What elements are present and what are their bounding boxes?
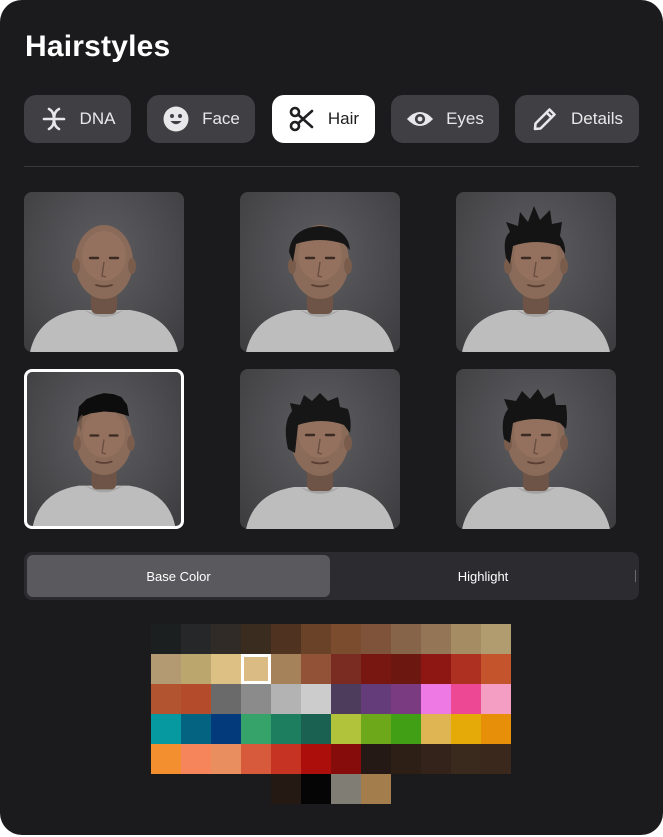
hairstyle-option-messy-medium[interactable] bbox=[240, 369, 400, 529]
tab-hair[interactable]: Hair bbox=[272, 95, 375, 143]
tab-face[interactable]: Face bbox=[147, 95, 255, 143]
color-swatch[interactable] bbox=[271, 684, 301, 714]
character-portrait bbox=[30, 225, 178, 352]
character-creator-panel: Hairstyles DNA Face Hair Eyes Details Ba… bbox=[0, 0, 663, 835]
character-portrait bbox=[246, 225, 394, 352]
color-swatch[interactable] bbox=[361, 624, 391, 654]
color-swatch[interactable] bbox=[391, 744, 421, 774]
toggle-edge-divider bbox=[635, 570, 636, 582]
color-swatch[interactable] bbox=[421, 714, 451, 744]
base-color-button[interactable]: Base Color bbox=[27, 555, 330, 597]
color-swatch[interactable] bbox=[301, 654, 331, 684]
tab-label-hair: Hair bbox=[327, 109, 360, 128]
color-swatch[interactable] bbox=[391, 654, 421, 684]
section-divider bbox=[24, 166, 639, 167]
color-swatch[interactable] bbox=[391, 624, 421, 654]
color-swatch[interactable] bbox=[421, 654, 451, 684]
color-mode-toggle: Base Color Highlight bbox=[24, 552, 639, 600]
color-swatch[interactable] bbox=[301, 744, 331, 774]
color-swatch[interactable] bbox=[151, 684, 181, 714]
color-swatch[interactable] bbox=[151, 714, 181, 744]
color-swatch[interactable] bbox=[271, 774, 301, 804]
color-swatch[interactable] bbox=[331, 684, 361, 714]
color-swatch[interactable] bbox=[151, 744, 181, 774]
tab-label-eyes: Eyes bbox=[446, 109, 484, 128]
character-portrait bbox=[32, 393, 176, 526]
color-swatch[interactable] bbox=[391, 684, 421, 714]
color-swatch[interactable] bbox=[181, 624, 211, 654]
color-swatch[interactable] bbox=[451, 654, 481, 684]
color-swatch[interactable] bbox=[241, 624, 271, 654]
color-swatch[interactable] bbox=[451, 624, 481, 654]
highlight-button[interactable]: Highlight bbox=[330, 555, 636, 597]
color-swatch[interactable] bbox=[421, 624, 451, 654]
color-swatch[interactable] bbox=[241, 744, 271, 774]
color-swatch[interactable] bbox=[271, 624, 301, 654]
color-swatch[interactable] bbox=[421, 744, 451, 774]
hairstyle-option-short-slick[interactable] bbox=[240, 192, 400, 352]
color-swatch[interactable] bbox=[361, 654, 391, 684]
color-swatch[interactable] bbox=[361, 744, 391, 774]
color-swatch[interactable] bbox=[361, 684, 391, 714]
tab-dna[interactable]: DNA bbox=[24, 95, 131, 143]
color-swatch[interactable] bbox=[181, 654, 211, 684]
color-swatch[interactable] bbox=[481, 744, 511, 774]
color-swatch[interactable] bbox=[181, 684, 211, 714]
color-swatch[interactable] bbox=[151, 654, 181, 684]
color-swatch[interactable] bbox=[361, 714, 391, 744]
tab-label-details: Details bbox=[571, 109, 623, 128]
color-swatch[interactable] bbox=[211, 684, 241, 714]
scissors-icon bbox=[288, 105, 316, 133]
color-swatch[interactable] bbox=[451, 714, 481, 744]
color-swatch[interactable] bbox=[271, 654, 301, 684]
face-icon bbox=[162, 105, 190, 133]
color-swatch[interactable] bbox=[211, 744, 241, 774]
color-swatch[interactable] bbox=[481, 624, 511, 654]
tab-label-dna: DNA bbox=[79, 109, 116, 128]
tab-eyes[interactable]: Eyes bbox=[391, 95, 499, 143]
character-portrait bbox=[462, 389, 610, 529]
color-swatch[interactable] bbox=[241, 684, 271, 714]
color-swatch[interactable] bbox=[451, 744, 481, 774]
color-swatch[interactable] bbox=[241, 654, 271, 684]
color-swatch[interactable] bbox=[301, 624, 331, 654]
character-portrait bbox=[462, 206, 610, 352]
eye-icon bbox=[406, 105, 434, 133]
color-swatch[interactable] bbox=[181, 744, 211, 774]
color-swatch[interactable] bbox=[481, 684, 511, 714]
page-title: Hairstyles bbox=[25, 30, 171, 63]
color-swatch[interactable] bbox=[211, 624, 241, 654]
color-swatch[interactable] bbox=[331, 624, 361, 654]
color-swatch[interactable] bbox=[211, 714, 241, 744]
color-swatch[interactable] bbox=[241, 714, 271, 744]
color-swatch[interactable] bbox=[331, 654, 361, 684]
color-swatch[interactable] bbox=[151, 624, 181, 654]
dna-icon bbox=[40, 105, 68, 133]
color-swatch[interactable] bbox=[331, 774, 361, 804]
hairstyle-option-mohawk-undercut[interactable] bbox=[24, 369, 184, 529]
category-tabs: DNA Face Hair Eyes Details bbox=[24, 95, 640, 143]
tab-label-face: Face bbox=[202, 109, 240, 128]
color-swatch[interactable] bbox=[481, 654, 511, 684]
color-swatch[interactable] bbox=[421, 684, 451, 714]
color-swatch[interactable] bbox=[391, 714, 421, 744]
pencil-icon bbox=[531, 105, 559, 133]
color-swatch[interactable] bbox=[211, 654, 241, 684]
color-swatch[interactable] bbox=[271, 744, 301, 774]
color-swatch[interactable] bbox=[301, 774, 331, 804]
color-swatch[interactable] bbox=[301, 684, 331, 714]
hairstyle-option-spiky-top[interactable] bbox=[456, 192, 616, 352]
color-swatch[interactable] bbox=[331, 714, 361, 744]
character-portrait bbox=[246, 393, 394, 529]
color-swatch[interactable] bbox=[481, 714, 511, 744]
hairstyle-option-tousled[interactable] bbox=[456, 369, 616, 529]
color-swatch[interactable] bbox=[451, 684, 481, 714]
hairstyle-option-bald[interactable] bbox=[24, 192, 184, 352]
tab-details[interactable]: Details bbox=[515, 95, 639, 143]
color-swatch[interactable] bbox=[331, 744, 361, 774]
color-swatch[interactable] bbox=[301, 714, 331, 744]
color-swatch[interactable] bbox=[181, 714, 211, 744]
color-swatch[interactable] bbox=[361, 774, 391, 804]
color-swatch[interactable] bbox=[271, 714, 301, 744]
